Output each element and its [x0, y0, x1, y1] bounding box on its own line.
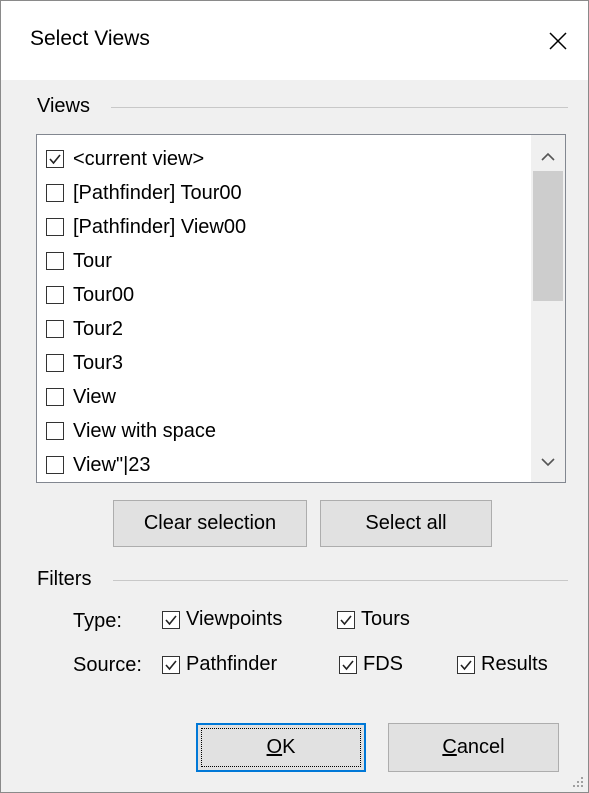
- clear-selection-button[interactable]: Clear selection: [113, 500, 307, 547]
- list-item-label: [Pathfinder] View00: [73, 215, 247, 238]
- checkmark-icon: [342, 659, 354, 670]
- list-item-label: Tour3: [73, 351, 124, 374]
- chevron-down-icon: [541, 458, 555, 467]
- type-tours-checkbox[interactable]: Tours: [337, 608, 410, 631]
- cancel-label-rest: ancel: [456, 736, 505, 758]
- cancel-button[interactable]: Cancel: [388, 723, 559, 772]
- ok-button[interactable]: OK: [196, 723, 366, 772]
- list-item-checkbox[interactable]: [46, 320, 64, 338]
- views-group-divider: [111, 107, 568, 108]
- cancel-button-label: Cancel: [442, 736, 504, 759]
- select-all-button[interactable]: Select all: [320, 500, 492, 547]
- list-item-label: View: [73, 385, 116, 408]
- list-item-label: Tour00: [73, 283, 135, 306]
- list-item[interactable]: [Pathfinder] View00: [37, 210, 527, 244]
- source-pathfinder-label: Pathfinder: [186, 653, 278, 675]
- source-results-label: Results: [481, 653, 548, 675]
- checkmark-icon: [340, 614, 352, 625]
- list-item-checkbox[interactable]: [46, 184, 64, 202]
- cancel-mnemonic: C: [442, 736, 457, 758]
- type-viewpoints-label: Viewpoints: [186, 608, 283, 630]
- list-item-checkbox[interactable]: [46, 252, 64, 270]
- list-item-checkbox[interactable]: [46, 150, 64, 168]
- checkbox-box: [339, 655, 357, 674]
- dialog-title: Select Views: [30, 27, 150, 50]
- scroll-thumb[interactable]: [533, 171, 563, 301]
- type-tours-label: Tours: [361, 608, 410, 630]
- checkmark-icon: [460, 659, 472, 670]
- checkbox-box: [337, 610, 355, 629]
- list-item-label: View"|23: [73, 453, 151, 476]
- close-button[interactable]: [528, 1, 588, 80]
- list-item-checkbox[interactable]: [46, 422, 64, 440]
- checkbox-box: [162, 610, 180, 629]
- list-item-label: Tour: [73, 249, 112, 272]
- checkmark-icon: [165, 659, 177, 670]
- list-item-checkbox[interactable]: [46, 286, 64, 304]
- list-item-checkbox[interactable]: [46, 388, 64, 406]
- checkbox-box: [162, 655, 180, 674]
- list-item-label: <current view>: [73, 147, 205, 170]
- source-results-checkbox[interactable]: Results: [457, 653, 548, 676]
- list-item[interactable]: [Pathfinder] Tour00: [37, 176, 527, 210]
- source-label: Source:: [73, 654, 142, 676]
- chevron-up-icon: [541, 152, 555, 161]
- close-icon: [549, 31, 567, 50]
- filters-group-label: Filters: [37, 568, 92, 590]
- scroll-up-button[interactable]: [531, 140, 565, 174]
- source-fds-checkbox[interactable]: FDS: [339, 653, 403, 676]
- list-item-label: View with space: [73, 419, 217, 442]
- list-item-checkbox[interactable]: [46, 354, 64, 372]
- focus-ring: [201, 728, 361, 767]
- checkmark-icon: [49, 154, 61, 165]
- views-scrollbar[interactable]: [531, 135, 565, 482]
- list-item[interactable]: View"|23: [37, 448, 527, 482]
- list-item[interactable]: Tour00: [37, 278, 527, 312]
- list-item[interactable]: Tour: [37, 244, 527, 278]
- list-item-checkbox[interactable]: [46, 218, 64, 236]
- list-item-checkbox[interactable]: [46, 456, 64, 474]
- checkbox-box: [457, 655, 475, 674]
- select-views-dialog: Select Views Views <current view> [Pathfi…: [0, 0, 589, 793]
- resize-grip-icon[interactable]: [572, 776, 584, 788]
- scroll-down-button[interactable]: [531, 445, 565, 479]
- filters-group-divider: [113, 580, 568, 581]
- list-item-label: Tour2: [73, 317, 124, 340]
- list-item-label: [Pathfinder] Tour00: [73, 181, 242, 204]
- list-item[interactable]: Tour3: [37, 346, 527, 380]
- type-label: Type:: [73, 610, 122, 632]
- list-item[interactable]: View with space: [37, 414, 527, 448]
- type-viewpoints-checkbox[interactable]: Viewpoints: [162, 608, 282, 631]
- list-item[interactable]: Tour2: [37, 312, 527, 346]
- list-item[interactable]: <current view>: [37, 142, 527, 176]
- title-bar: Select Views: [1, 1, 588, 80]
- source-fds-label: FDS: [363, 653, 403, 675]
- source-pathfinder-checkbox[interactable]: Pathfinder: [162, 653, 277, 676]
- list-item[interactable]: View: [37, 380, 527, 414]
- views-group-label: Views: [37, 95, 90, 117]
- views-listbox[interactable]: <current view> [Pathfinder] Tour00 [Pathfi…: [36, 134, 566, 483]
- checkmark-icon: [165, 614, 177, 625]
